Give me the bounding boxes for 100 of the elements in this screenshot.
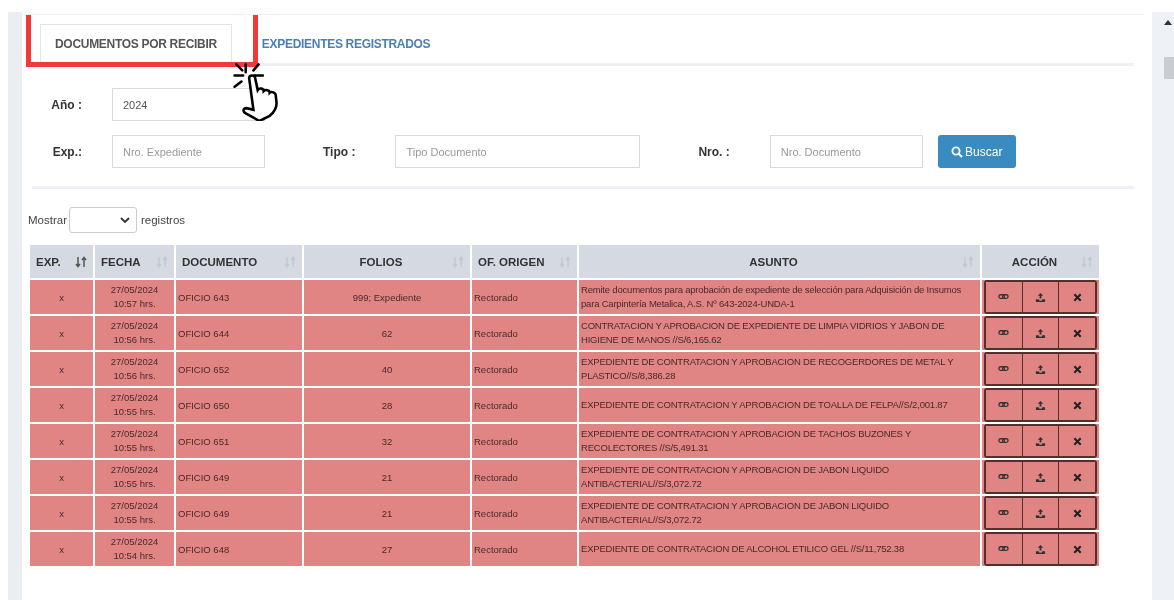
table-cell: 32 [381,435,393,447]
tray-upload-icon [1035,327,1046,339]
tray-upload-icon [1035,507,1046,519]
table-cell: OFICIO 649 [178,471,230,483]
close-icon [1071,399,1083,411]
table-cell: x [59,363,64,375]
table-cell: 999; Expediente [352,291,422,303]
subject-cell: EXPEDIENTE DE CONTRATACION Y APROBACION DE TACHOS BUZONES Y RECOLECTORES //S/5,491.31 [581,428,911,453]
table-cell: Rectorado [474,291,518,303]
search-icon [951,145,964,158]
label-text: Mostrar [28,214,67,226]
scroll-thumb[interactable] [1164,57,1174,79]
header-label: EXP. [36,255,61,268]
table-cell: OFICIO 650 [178,399,230,411]
scroll-up-icon[interactable] [1164,20,1172,25]
subject-cell: EXPEDIENTE DE CONTRATACION Y APROBACION DE RECOGERDORES DE METAL Y PLASTICO//S/8,386.28 [581,356,954,381]
field-label: Nro. : [698,144,730,159]
tray-upload-icon [1035,291,1046,303]
table-cell: x [59,435,64,447]
time-text: 10:55 hrs. [112,477,157,491]
view-button[interactable] [986,354,1023,384]
table-cell: Rectorado [474,507,518,519]
header-label: ACCIÓN [1010,255,1059,268]
column-header[interactable]: DOCUMENTO [176,245,302,278]
table-cell: 28 [381,399,393,411]
scrollbar[interactable] [1152,12,1174,600]
date-text: 27/05/2024 [109,499,160,513]
time-text: 10:55 hrs. [112,513,157,527]
close-icon [1071,471,1083,483]
view-button[interactable] [986,462,1023,492]
search-button[interactable]: Buscar [937,135,1016,168]
field-label: Año : [50,97,82,112]
time-text: 10:55 hrs. [112,441,157,455]
date-text: 27/05/2024 [109,355,160,369]
time-text: 10:54 hrs. [112,549,157,563]
close-icon [1071,363,1083,375]
field-label: Exp.: [51,144,82,159]
tray-upload-icon [1035,471,1046,483]
header-label: DOCUMENTO [182,255,258,268]
table-cell: OFICIO 651 [178,435,230,447]
table-cell: OFICIO 652 [178,363,230,375]
date-text: 27/05/2024 [109,391,160,405]
date-text: 27/05/2024 [109,319,160,333]
column-header[interactable]: FOLIOS [304,245,470,278]
subject-cell: CONTRATACION Y APROBACION DE EXPEDIENTE DE LIMPIA VIDRIOS Y JABON DE HIGIENE DE MANOS //S/6,165.62 [581,320,945,345]
table-cell: OFICIO 649 [178,507,230,519]
tray-upload-icon [1035,435,1046,447]
column-header[interactable]: OF. ORIGEN [472,245,577,278]
close-icon [1071,327,1083,339]
input-field[interactable]: Nro. Documento [769,135,923,168]
close-icon [1071,543,1083,555]
date-text: 27/05/2024 [109,535,160,549]
table-cell: x [59,291,64,303]
date-text: 27/05/2024 [109,283,160,297]
column-header[interactable]: ASUNTO [579,245,980,278]
time-text: 10:55 hrs. [112,405,157,419]
close-icon [1071,507,1083,519]
date-text: 27/05/2024 [109,463,160,477]
tray-upload-icon [1035,543,1046,555]
table-cell: x [59,327,64,339]
table-cell: OFICIO 643 [178,291,230,303]
table-cell: Rectorado [474,327,518,339]
label-text: registros [141,214,186,226]
column-header[interactable]: FECHA [95,245,174,278]
view-button[interactable] [986,498,1023,528]
input-field[interactable]: Tipo Documento [395,135,641,168]
table-cell: Rectorado [474,471,518,483]
time-text: 10:57 hrs. [112,297,157,311]
subject-cell: EXPEDIENTE DE CONTRATACION Y APROBACION DE JABON LIQUIDO ANTIBACTERIAL//S/3,072.72 [581,464,889,489]
table-cell: Rectorado [474,399,518,411]
tray-upload-icon [1035,399,1046,411]
tab[interactable]: DOCUMENTOS POR RECIBIR [40,24,232,63]
view-button[interactable] [986,534,1023,564]
input-field[interactable]: Nro. Expediente [112,135,265,168]
time-text: 10:56 hrs. [112,333,157,347]
tray-upload-icon [1035,363,1046,375]
date-text: 27/05/2024 [109,427,160,441]
subject-cell: Remite documentos para aprobación de expediente de selección para Adquisición de Insumos para Carpintería Metalica, A.S. Nº 643-2024-UNDA-1 [581,284,962,309]
field-label: Tipo : [323,144,356,159]
column-header[interactable]: EXP. [30,245,93,278]
table-cell: x [59,543,64,555]
close-icon [1071,291,1083,303]
table-cell: x [59,399,64,411]
view-button[interactable] [986,426,1023,456]
header-label: ASUNTO [748,255,799,268]
header-label: OF. ORIGEN [478,255,545,268]
subject-cell: EXPEDIENTE DE CONTRATACION Y APROBACION DE TOALLA DE FELPA//S/2,001.87 [581,399,948,410]
view-button[interactable] [986,282,1023,312]
subject-cell: EXPEDIENTE DE CONTRATACION Y APROBACION DE JABON LIQUIDO ANTIBACTERIAL//S/3,072.72 [581,500,889,525]
table-cell: 21 [381,471,393,483]
table-cell: x [59,471,64,483]
column-header[interactable]: ACCIÓN [982,245,1099,278]
tab[interactable]: EXPEDIENTES REGISTRADOS [247,25,445,63]
chevron-down-icon [120,217,130,223]
sort-icon [75,255,87,268]
table-cell: Rectorado [474,363,518,375]
table-cell: Rectorado [474,543,518,555]
view-button[interactable] [986,318,1023,348]
table-cell: x [59,507,64,519]
view-button[interactable] [986,390,1023,420]
